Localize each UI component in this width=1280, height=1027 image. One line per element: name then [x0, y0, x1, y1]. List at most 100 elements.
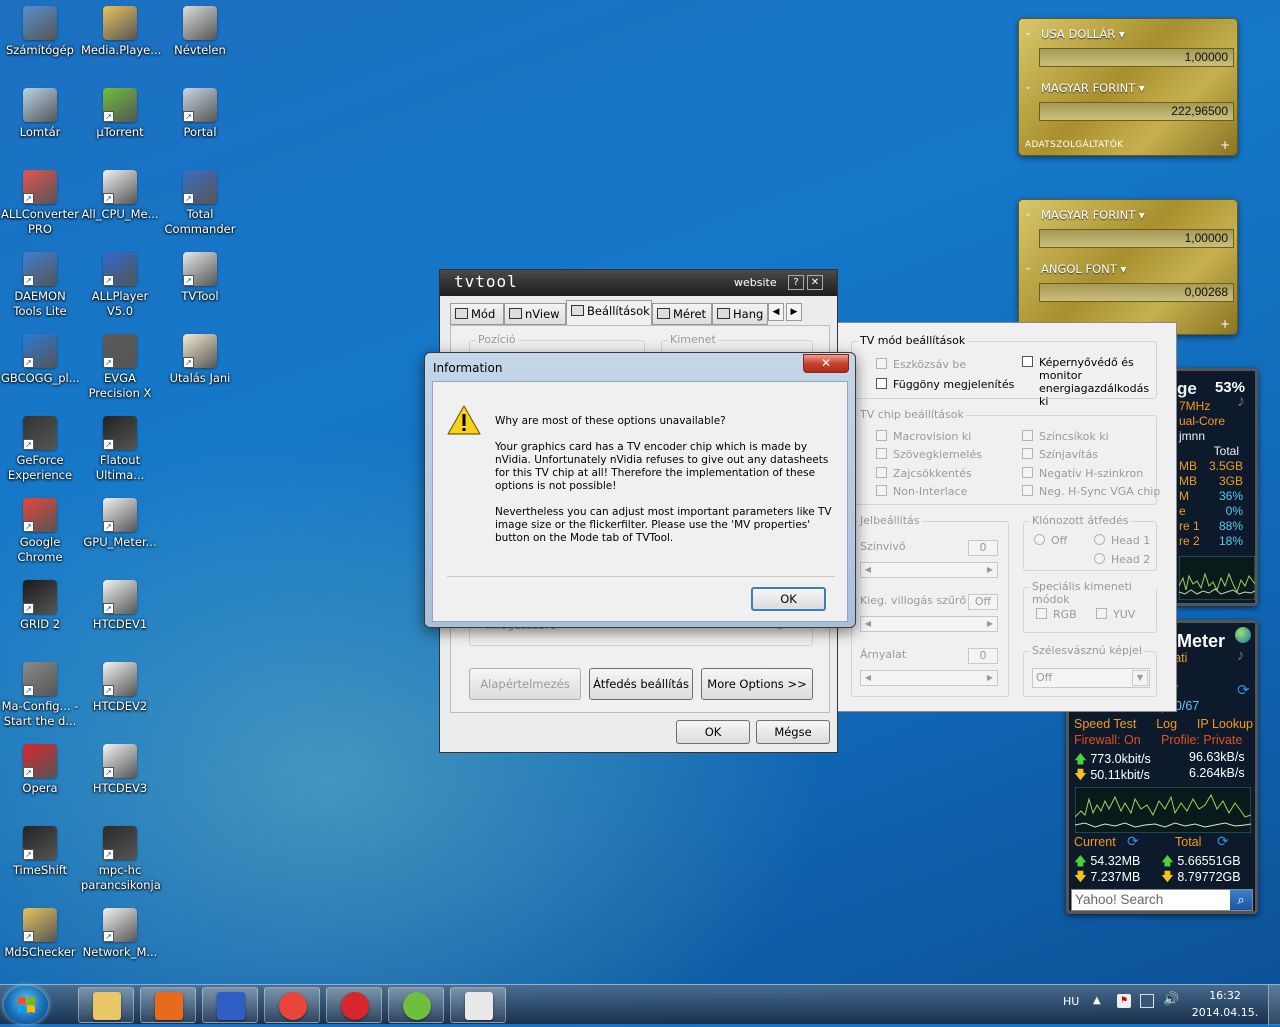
reset-current-icon[interactable]: ⟳	[1127, 833, 1139, 850]
tvtool-cancel-button[interactable]: Mégse	[756, 720, 830, 744]
scroll-left-icon[interactable]: ◀	[768, 303, 784, 321]
kieg-villogas-slider[interactable]: ◀ ▶	[860, 616, 998, 632]
desktop-icon-allconverter[interactable]: ↗ ALLConverter PRO	[1, 170, 79, 237]
show-hidden-icons[interactable]: ▲	[1093, 995, 1101, 1006]
ip-lookup-link[interactable]: IP Lookup	[1197, 717, 1253, 731]
reset-total-icon[interactable]: ⟳	[1217, 833, 1229, 850]
desktop-icon-geforce-experience[interactable]: ↗ GeForce Experience	[1, 416, 79, 483]
from-value-field[interactable]: 1,00000	[1039, 229, 1234, 248]
desktop-icon-evga-precision[interactable]: ↗ EVGA Precision X	[81, 334, 159, 401]
currency-gadget-2[interactable]: ⌄ MAGYAR FORINT ▾ 1,00000 ⌄ ANGOL FONT ▾…	[1018, 199, 1238, 335]
providers-link[interactable]: ADATSZOLGÁLTATÓK	[1025, 140, 1123, 150]
desktop-icon-daemon-tools[interactable]: ↗ DAEMON Tools Lite	[1, 252, 79, 319]
macrovision-checkbox[interactable]: Macrovision ki	[876, 430, 971, 443]
desktop-icon-google-chrome[interactable]: ↗ Google Chrome	[1, 498, 79, 565]
scroll-right-icon[interactable]: ▶	[786, 303, 802, 321]
from-currency[interactable]: MAGYAR FORINT ▾	[1041, 208, 1145, 222]
tab-meret[interactable]: Méret	[652, 303, 712, 325]
szinjavitas-checkbox[interactable]: Színjavítás	[1022, 448, 1098, 461]
desktop-icon-lomtar[interactable]: Lomtár	[1, 88, 79, 140]
taskbar-app-total-commander[interactable]	[202, 987, 258, 1023]
refresh-icon[interactable]: ⟳	[1237, 681, 1250, 699]
start-button[interactable]	[4, 986, 48, 1024]
tvtool-ok-button[interactable]: OK	[676, 720, 750, 744]
desktop-icon-portal[interactable]: ↗ Portal	[161, 88, 239, 140]
klon-head2-radio[interactable]: Head 2	[1094, 553, 1150, 566]
clock-time[interactable]: 16:32	[1200, 989, 1250, 1002]
desktop-icon-tvtool[interactable]: ↗ TVTool	[161, 252, 239, 304]
desktop-icon-htcdev1[interactable]: ↗ HTCDEV1	[81, 580, 159, 632]
taskbar-app-tvtool[interactable]	[450, 987, 506, 1023]
desktop-icon-allplayer[interactable]: ↗ ALLPlayer V5.0	[81, 252, 159, 319]
neg-hsync-vga-checkbox[interactable]: Neg. H-Sync VGA chip	[1022, 485, 1160, 498]
clock-date[interactable]: 2014.04.15.	[1190, 1006, 1260, 1019]
help-icon[interactable]: ?	[788, 275, 804, 290]
eszkozsav-checkbox[interactable]: Eszközsáv be	[876, 358, 966, 371]
to-currency[interactable]: MAGYAR FORINT ▾	[1041, 81, 1145, 95]
add-icon[interactable]: +	[1220, 138, 1230, 152]
taskbar-app-utorrent[interactable]	[388, 987, 444, 1023]
show-desktop-button[interactable]	[1268, 985, 1280, 1025]
desktop-icon-szamitogep[interactable]: Számítógép	[1, 6, 79, 58]
szinvivo-value[interactable]: 0	[968, 540, 998, 556]
network-icon[interactable]	[1140, 994, 1154, 1008]
desktop-icon-timeshift[interactable]: ↗ TimeShift	[1, 826, 79, 878]
action-center-icon[interactable]: ⚑	[1117, 994, 1131, 1008]
log-link[interactable]: Log	[1156, 717, 1177, 731]
from-currency[interactable]: USA DOLLÁR ▾	[1041, 27, 1125, 41]
more-options-button[interactable]: More Options >>	[701, 668, 813, 700]
zajcsokkentes-checkbox[interactable]: Zajcsökkentés	[876, 467, 972, 480]
desktop-icon-flatout[interactable]: ↗ Flatout Ultima...	[81, 416, 159, 483]
szinvivo-slider[interactable]: ◀ ▶	[860, 562, 998, 578]
desktop-icon-gbcogg[interactable]: ↗ GBCOGG_pl...	[1, 334, 80, 386]
desktop-icon-opera[interactable]: ↗ Opera	[1, 744, 79, 796]
yahoo-search-box[interactable]: Yahoo! Search ⌕	[1071, 889, 1253, 911]
desktop-icon-gpu-meter[interactable]: ↗ GPU_Meter...	[81, 498, 159, 550]
tab-mod[interactable]: Mód	[450, 303, 504, 325]
desktop-icon-utorrent[interactable]: ↗ µTorrent	[81, 88, 159, 140]
arnyalat-slider[interactable]: ◀ ▶	[860, 670, 998, 686]
szelesvasznu-select[interactable]: Off ▼	[1032, 668, 1150, 688]
taskbar-app-opera[interactable]	[326, 987, 382, 1023]
volume-icon[interactable]: 🔊	[1163, 992, 1179, 1007]
desktop-icon-network-meter[interactable]: ↗ Network_M...	[81, 908, 159, 960]
yahoo-search-input[interactable]: Yahoo! Search	[1075, 892, 1163, 907]
atfedes-beallitas-button[interactable]: Átfedés beállítás	[589, 668, 693, 700]
website-link[interactable]: website	[734, 276, 777, 289]
search-icon[interactable]: ⌕	[1230, 890, 1252, 910]
tab-beallitasok[interactable]: Beállítások	[566, 300, 652, 325]
language-indicator[interactable]: HU	[1063, 995, 1079, 1008]
desktop-icon-htcdev2[interactable]: ↗ HTCDEV2	[81, 662, 159, 714]
close-icon[interactable]: ✕	[803, 354, 849, 373]
yuv-checkbox[interactable]: YUV	[1096, 608, 1135, 621]
dialog-ok-button[interactable]: OK	[751, 587, 826, 611]
desktop-icon-utalas-jani[interactable]: ↗ Utalás Jani	[161, 334, 239, 386]
szincsikok-checkbox[interactable]: Színcsíkok ki	[1022, 430, 1109, 443]
klon-off-radio[interactable]: Off	[1034, 534, 1067, 547]
tab-hang[interactable]: Hang	[712, 303, 768, 325]
taskbar-app-media[interactable]	[140, 987, 196, 1023]
desktop-icon-mpc-hc[interactable]: ↗ mpc-hc parancsikonja	[81, 826, 161, 893]
screensaver-checkbox[interactable]: Képernyővédő és monitor energiagazdálkod…	[1022, 356, 1152, 408]
desktop-icon-htcdev3[interactable]: ↗ HTCDEV3	[81, 744, 159, 796]
desktop-icon-all-cpu-meter[interactable]: ↗ All_CPU_Me...	[81, 170, 159, 222]
alapertelmezes-button[interactable]: Alapértelmezés	[469, 668, 581, 700]
desktop-icon-md5checker[interactable]: ↗ Md5Checker	[1, 908, 79, 960]
desktop-icon-total-commander[interactable]: ↗ Total Commander	[161, 170, 239, 237]
close-icon[interactable]: ✕	[807, 275, 823, 290]
from-value-field[interactable]: 1,00000	[1039, 48, 1234, 67]
add-icon[interactable]: +	[1220, 317, 1230, 331]
desktop-icon-media-player[interactable]: Media.Playe...	[81, 6, 161, 58]
speed-test-link[interactable]: Speed Test	[1074, 717, 1136, 731]
tab-nview[interactable]: nView	[504, 303, 566, 325]
kieg-villogas-value[interactable]: Off	[968, 594, 998, 610]
szovegkiemeles-checkbox[interactable]: Szövegkiemelés	[876, 448, 982, 461]
desktop-icon-nevtelen[interactable]: Névtelen	[161, 6, 239, 58]
arnyalat-value[interactable]: 0	[968, 648, 998, 664]
desktop-icon-grid2[interactable]: ↗ GRID 2	[1, 580, 79, 632]
to-currency[interactable]: ANGOL FONT ▾	[1041, 262, 1126, 276]
currency-gadget-1[interactable]: ⌄ USA DOLLÁR ▾ 1,00000 ⌄ MAGYAR FORINT ▾…	[1018, 18, 1238, 156]
klon-head1-radio[interactable]: Head 1	[1094, 534, 1150, 547]
taskbar-app-chrome[interactable]	[264, 987, 320, 1023]
chevron-down-icon[interactable]: ▼	[1132, 670, 1148, 686]
